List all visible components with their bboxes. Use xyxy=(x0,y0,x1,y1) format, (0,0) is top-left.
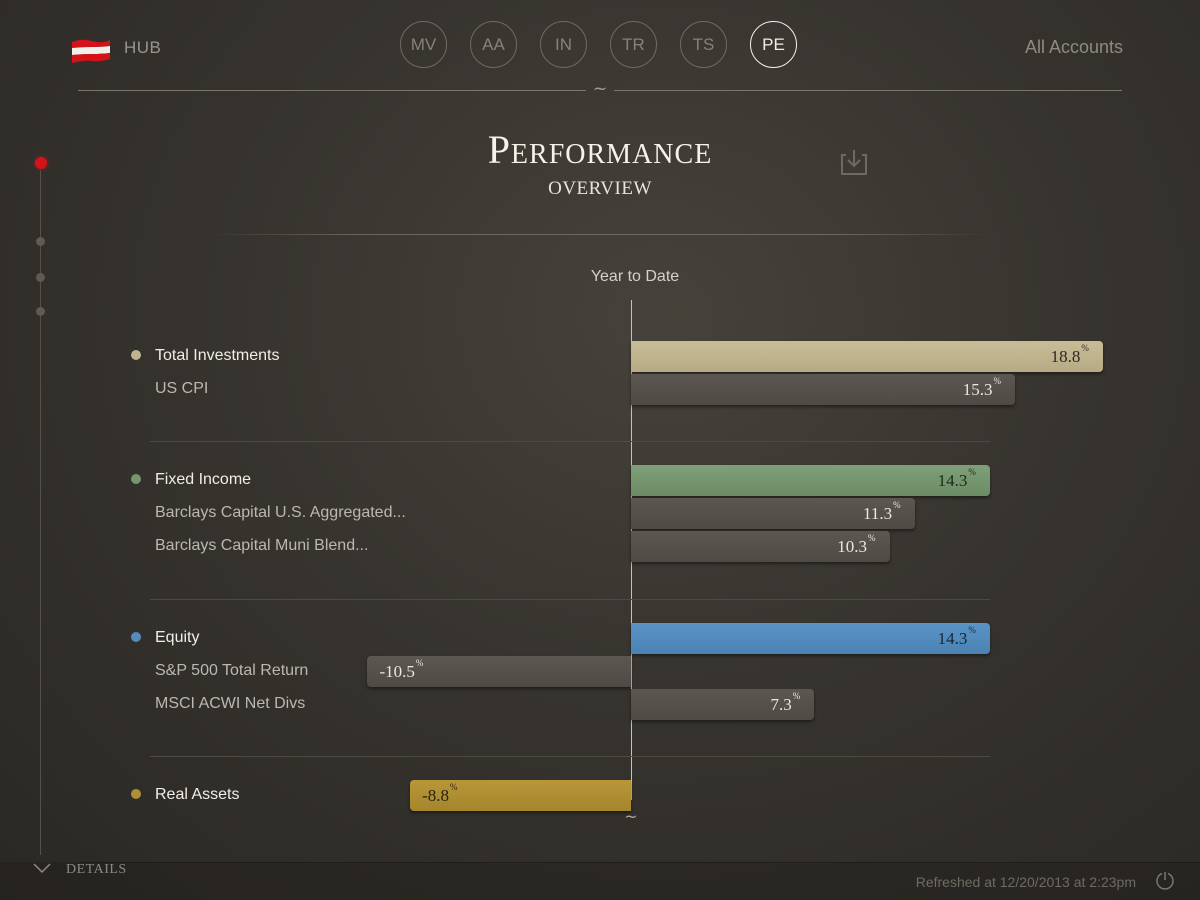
bar-value-label: -10.5% xyxy=(379,657,424,681)
page-title: Performance xyxy=(487,127,713,172)
bar-value-label: 14.3% xyxy=(937,624,976,648)
refresh-timestamp: Refreshed at 12/20/2013 at 2:23pm xyxy=(915,874,1136,890)
benchmark-label[interactable]: MSCI ACWI Net Divs xyxy=(155,695,305,713)
legend-dot xyxy=(131,789,141,799)
bar-value-label: -8.8% xyxy=(422,781,458,805)
percent-suffix: % xyxy=(993,375,1002,386)
benchmark-bar[interactable]: 11.3% xyxy=(631,498,915,529)
tab-tr[interactable]: TR xyxy=(610,21,657,68)
tab-pe[interactable]: PE xyxy=(750,21,797,68)
legend-dot xyxy=(131,632,141,642)
category-label[interactable]: Fixed Income xyxy=(155,471,251,489)
bar-value-label: 10.3% xyxy=(837,532,876,556)
benchmark-label[interactable]: US CPI xyxy=(155,380,208,398)
benchmark-bar[interactable]: 10.3% xyxy=(631,531,890,562)
category-label[interactable]: Real Assets xyxy=(155,786,239,804)
chart-period-label: Year to Date xyxy=(590,268,680,285)
percent-suffix: % xyxy=(415,657,424,668)
bar-value-label: 14.3% xyxy=(937,466,976,490)
category-bar[interactable]: 14.3% xyxy=(631,465,990,496)
percent-suffix: % xyxy=(450,781,458,792)
timeline-marker[interactable] xyxy=(36,307,45,316)
timeline-marker[interactable] xyxy=(36,237,45,246)
download-icon[interactable] xyxy=(838,146,870,178)
footer-divider xyxy=(78,862,1200,863)
category-bar[interactable]: 18.8% xyxy=(631,341,1103,372)
header-divider-ornament: ~ xyxy=(592,78,608,99)
benchmark-bar[interactable]: 7.3% xyxy=(631,689,815,720)
group-separator xyxy=(150,599,990,600)
legend-dot xyxy=(131,474,141,484)
category-label[interactable]: Total Investments xyxy=(155,347,280,365)
details-toggle[interactable]: DETAILS xyxy=(66,862,127,878)
percent-suffix: % xyxy=(968,466,976,477)
percent-suffix: % xyxy=(1081,342,1089,353)
benchmark-label[interactable]: S&P 500 Total Return xyxy=(155,662,308,680)
group-separator xyxy=(150,441,990,442)
percent-suffix: % xyxy=(792,690,801,701)
benchmark-label[interactable]: Barclays Capital Muni Blend... xyxy=(155,537,368,555)
bar-value-label: 18.8% xyxy=(1050,342,1089,366)
tab-ts[interactable]: TS xyxy=(680,21,727,68)
group-separator xyxy=(150,756,990,757)
tab-in[interactable]: IN xyxy=(540,21,587,68)
title-divider xyxy=(210,234,990,235)
benchmark-label[interactable]: Barclays Capital U.S. Aggregated... xyxy=(155,504,406,522)
brand-flag-logo[interactable] xyxy=(70,36,112,66)
benchmark-bar[interactable]: 15.3% xyxy=(631,374,1016,405)
bar-value-label: 11.3% xyxy=(863,499,901,523)
chevron-down-icon[interactable] xyxy=(32,858,52,878)
refresh-icon[interactable] xyxy=(1154,869,1176,891)
account-selector[interactable]: All Accounts xyxy=(1025,37,1123,58)
percent-suffix: % xyxy=(968,624,976,635)
percent-suffix: % xyxy=(868,532,876,543)
tab-mv[interactable]: MV xyxy=(400,21,447,68)
header-divider-left xyxy=(78,90,586,91)
page-subtitle: OVERVIEW xyxy=(548,178,652,199)
category-bar[interactable]: 14.3% xyxy=(631,623,990,654)
chart-axis-end-ornament: ~ xyxy=(624,807,638,826)
hub-link[interactable]: HUB xyxy=(124,38,161,58)
category-label[interactable]: Equity xyxy=(155,629,199,647)
timeline-marker[interactable] xyxy=(36,273,45,282)
section-tabs: MV AA IN TR TS PE xyxy=(400,21,820,68)
header-divider-right xyxy=(614,90,1122,91)
category-bar[interactable]: -8.8% xyxy=(410,780,631,811)
bar-value-label: 15.3% xyxy=(962,375,1002,399)
benchmark-bar[interactable]: -10.5% xyxy=(367,656,631,687)
bar-value-label: 7.3% xyxy=(770,690,801,714)
legend-dot xyxy=(131,350,141,360)
tab-aa[interactable]: AA xyxy=(470,21,517,68)
percent-suffix: % xyxy=(893,499,901,510)
